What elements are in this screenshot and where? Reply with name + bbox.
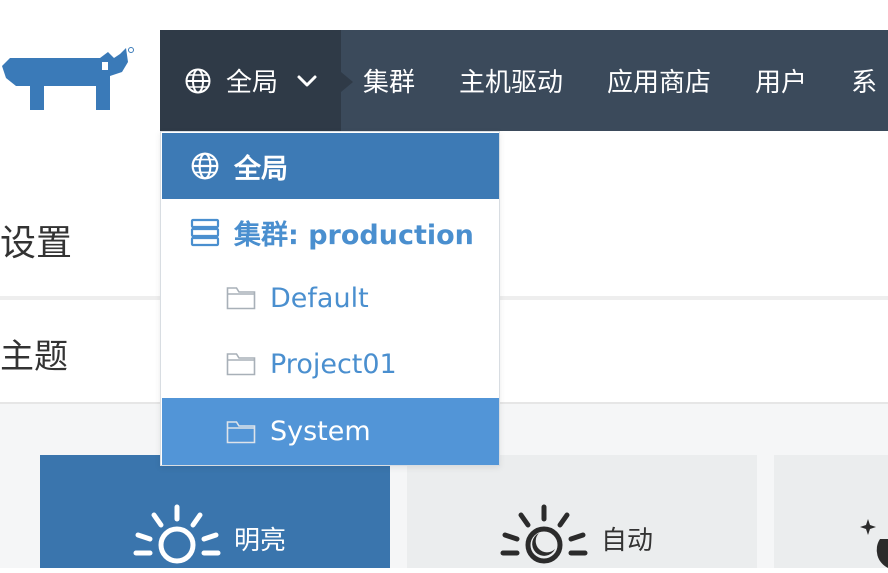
section-title-theme: 主题 [0,337,68,377]
dropdown-item-global[interactable]: 全局 [162,133,499,199]
theme-option-dark[interactable] [774,455,888,568]
rancher-logo-icon[interactable] [0,44,140,114]
page-title: 设置 [0,223,73,264]
theme-label-light: 明亮 [234,525,287,556]
main-nav: 全局 集群 主机驱动 应用商店 用户 系 [160,30,888,131]
theme-option-auto[interactable]: 自动 [407,455,757,568]
server-icon [190,218,220,247]
nav-item-catalogs[interactable]: 应用商店 [585,62,733,99]
dropdown-item-project-system[interactable]: System [162,398,499,465]
sun-icon [133,504,221,564]
folder-icon [226,420,256,443]
dropdown-item-project-project01[interactable]: Project01 [162,331,499,397]
top-bar: 全局 集群 主机驱动 应用商店 用户 系 [0,0,888,131]
chevron-down-icon [297,75,317,86]
globe-icon [185,68,211,93]
nav-item-system[interactable]: 系 [829,62,888,99]
moon-icon [860,519,888,568]
global-switch-button[interactable]: 全局 [160,30,341,131]
nav-item-clusters[interactable]: 集群 [341,62,437,99]
dropdown-item-project-default[interactable]: Default [162,265,499,331]
dropdown-item-label: System [270,416,371,447]
folder-icon [226,353,256,376]
theme-label-auto: 自动 [601,525,654,556]
dropdown-item-cluster[interactable]: 集群: production [162,199,499,265]
theme-option-inner: 明亮 [132,503,286,573]
dropdown-item-label: Project01 [270,348,397,380]
context-switcher-dropdown: 全局 集群: production Default Project01 Syst… [160,131,500,466]
globe-icon [191,152,219,180]
nav-item-users[interactable]: 用户 [733,62,829,99]
dropdown-item-label: Default [270,282,369,314]
folder-icon [226,287,256,310]
dropdown-item-label: 全局 [234,153,288,185]
global-switch-label: 全局 [226,68,279,98]
nav-items: 集群 主机驱动 应用商店 用户 系 [341,30,888,131]
theme-option-light[interactable]: 明亮 [40,455,390,568]
sun-moon-icon [500,504,588,564]
dropdown-item-label: 集群: production [234,219,474,251]
nav-item-node-drivers[interactable]: 主机驱动 [437,62,585,99]
theme-option-inner: 自动 [499,503,653,573]
